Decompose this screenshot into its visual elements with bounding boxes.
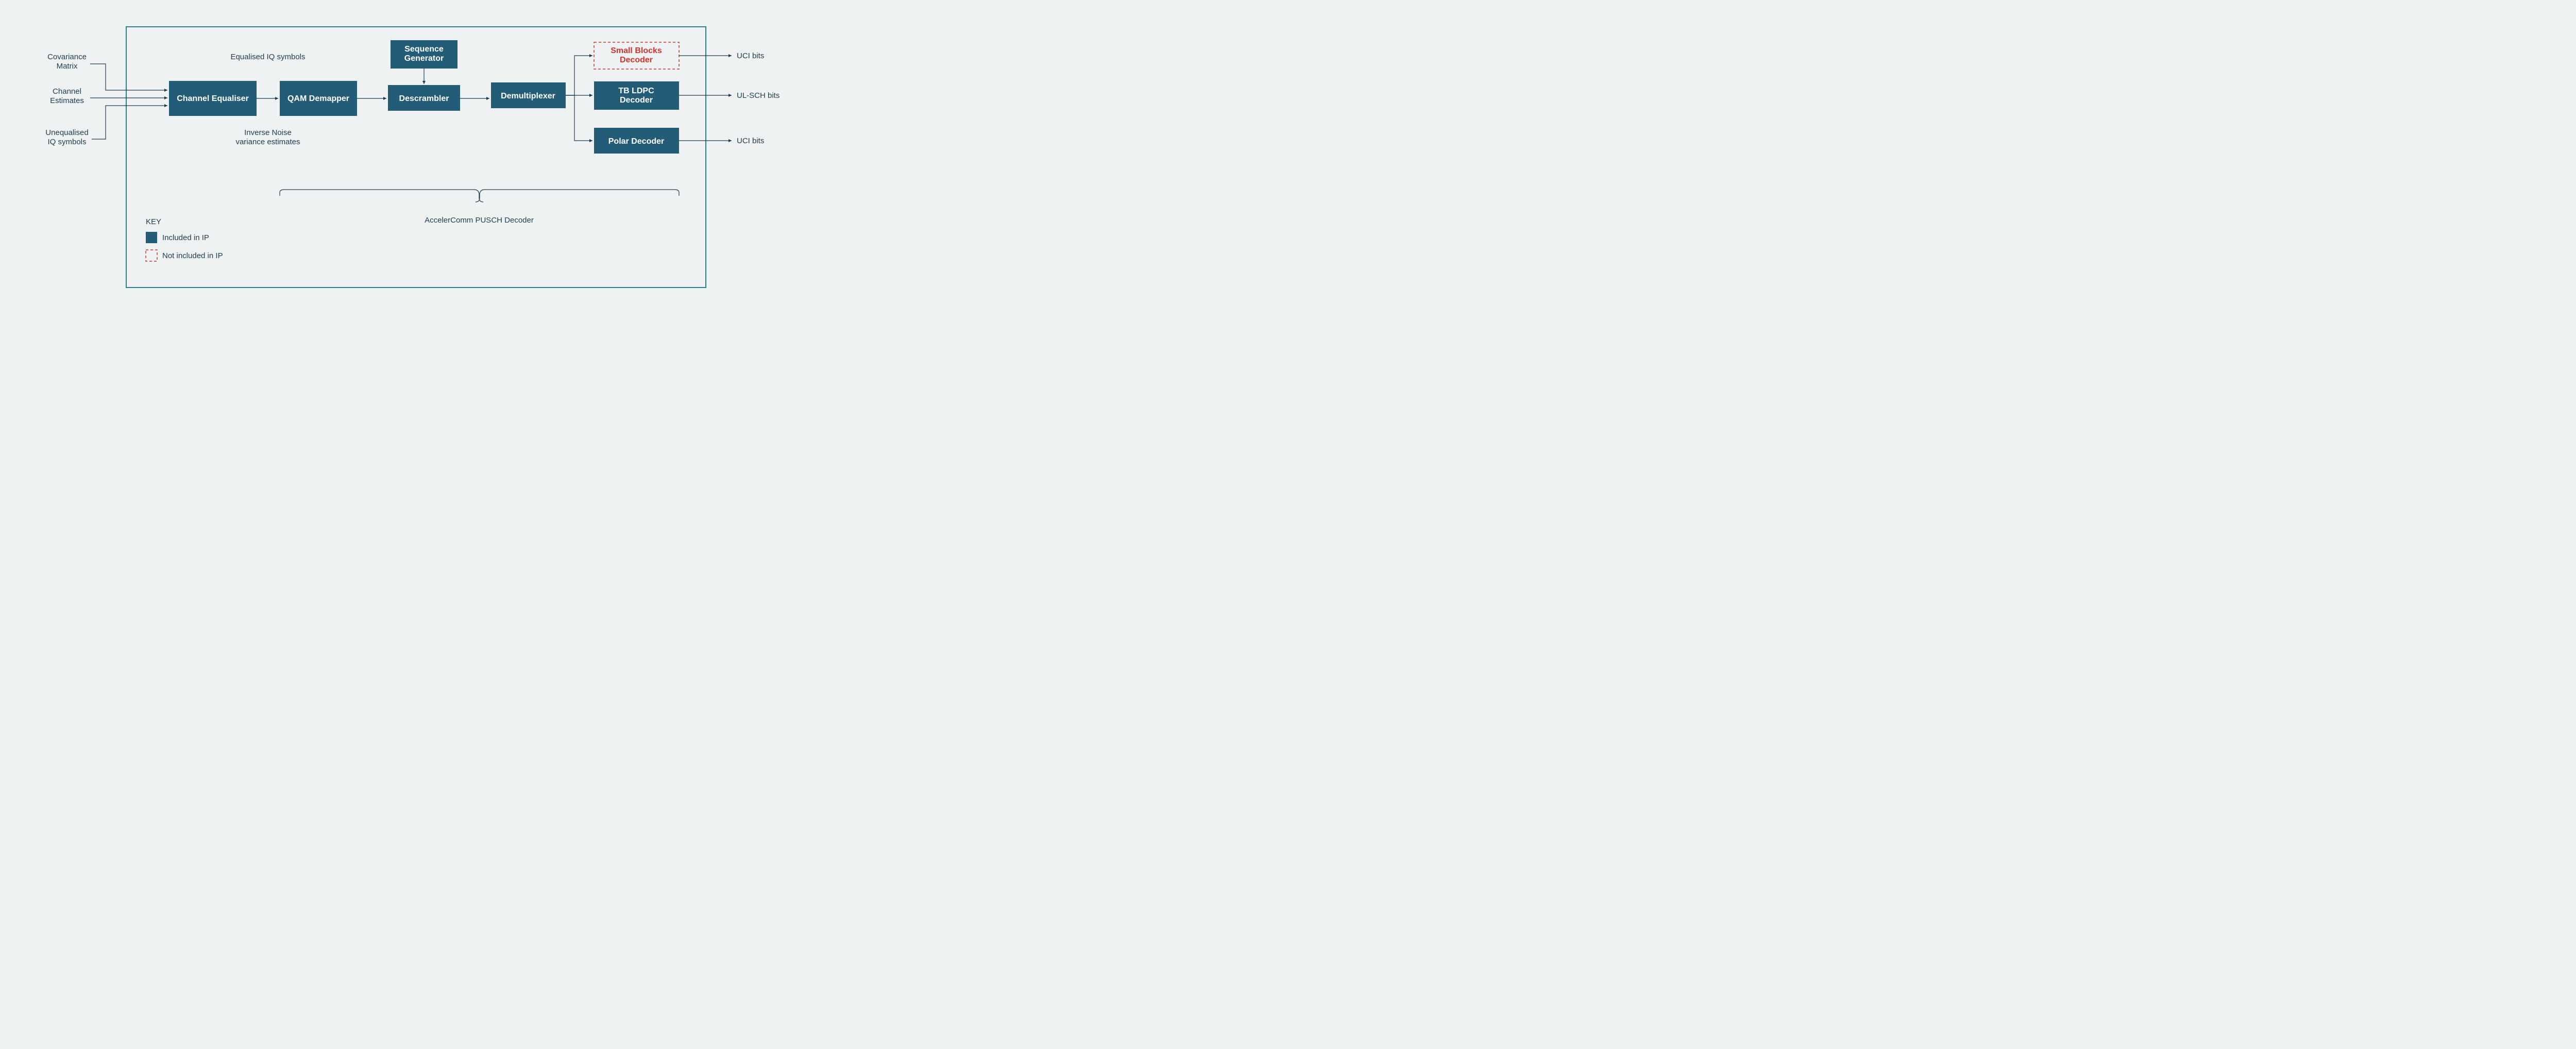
brace-label: AccelerComm PUSCH Decoder (425, 216, 534, 225)
block-small-blocks-decoder-label: Small BlocksDecoder (611, 46, 662, 64)
block-qam-demapper-label: QAM Demapper (287, 94, 349, 103)
demux-fanout (566, 54, 592, 142)
annotation-inverse-noise: Inverse Noisevariance estimates (235, 128, 300, 146)
output-uci-top: UCI bits (737, 52, 764, 60)
block-sequence-generator-label: SequenceGenerator (404, 45, 444, 63)
output-uci-bot: UCI bits (737, 137, 764, 145)
legend-not-included-swatch (146, 250, 157, 261)
block-polar-decoder-label: Polar Decoder (608, 137, 664, 146)
input-channel-estimates: ChannelEstimates (50, 87, 84, 105)
legend-not-included-label: Not included in IP (162, 251, 223, 260)
input-unequalised: UnequalisedIQ symbols (45, 128, 88, 146)
legend-title: KEY (146, 217, 161, 226)
input-connectors (90, 64, 167, 139)
legend-included-label: Included in IP (162, 233, 209, 242)
block-tb-ldpc-decoder-label: TB LDPCDecoder (618, 87, 654, 105)
brace (280, 190, 679, 202)
legend-included-swatch (146, 232, 157, 243)
block-descrambler-label: Descrambler (399, 94, 449, 103)
output-connectors: UCI bits UL-SCH bits UCI bits (679, 52, 779, 145)
annotation-equalised-iq: Equalised IQ symbols (230, 53, 305, 61)
diagram-canvas: CovarianceMatrix ChannelEstimates Unequa… (0, 0, 804, 308)
output-ulsch: UL-SCH bits (737, 91, 779, 100)
input-covariance: CovarianceMatrix (47, 53, 87, 71)
block-channel-equaliser-label: Channel Equaliser (177, 94, 249, 103)
legend: KEY Included in IP Not included in IP (146, 217, 223, 261)
block-demultiplexer-label: Demultiplexer (501, 92, 555, 100)
